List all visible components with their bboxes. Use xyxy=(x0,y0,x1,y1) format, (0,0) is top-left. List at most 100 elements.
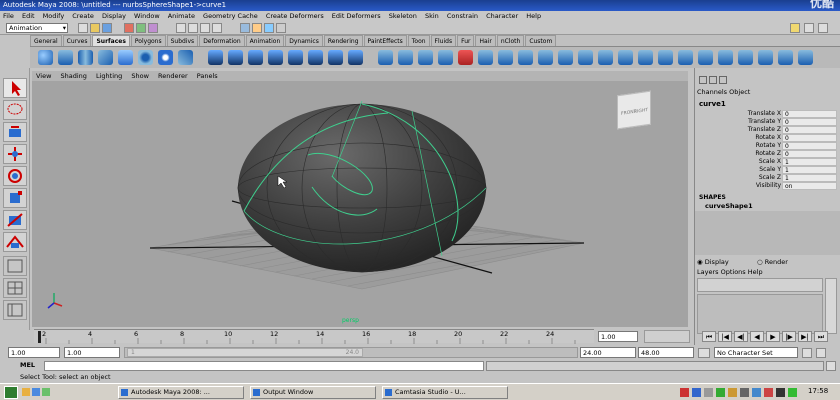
render-settings-icon[interactable] xyxy=(276,23,286,33)
delete-history-icon[interactable] xyxy=(458,50,473,65)
panel-menu-view[interactable]: View xyxy=(36,72,51,80)
manipulator-tool-icon[interactable] xyxy=(3,210,27,230)
panel-menu-panels[interactable]: Panels xyxy=(197,72,218,80)
channel-value[interactable]: 0 xyxy=(782,126,837,134)
offset-surfaces-icon[interactable] xyxy=(598,50,613,65)
channel-row[interactable]: Scale X1 xyxy=(695,158,840,166)
view-cube[interactable]: FRONT RIGHT xyxy=(617,90,651,130)
menu-skin[interactable]: Skin xyxy=(425,12,439,20)
snap-curve-icon[interactable] xyxy=(188,23,198,33)
tray-icon[interactable] xyxy=(728,388,737,397)
channel-box-menu-channels[interactable]: Channels xyxy=(697,88,727,96)
tray-icon[interactable] xyxy=(704,388,713,397)
channel-row[interactable]: Rotate Z0 xyxy=(695,150,840,158)
channel-value[interactable]: on xyxy=(782,182,837,190)
channel-box-toggle-icon[interactable] xyxy=(818,23,828,33)
network-icon[interactable] xyxy=(788,388,797,397)
taskbar-item-maya[interactable]: Autodesk Maya 2008: ... xyxy=(118,386,244,399)
auto-key-icon[interactable] xyxy=(802,348,812,358)
shelf-tab-fur[interactable]: Fur xyxy=(457,35,475,46)
project-curve-icon[interactable] xyxy=(398,50,413,65)
shelf-tab-dynamics[interactable]: Dynamics xyxy=(285,35,323,46)
menu-modify[interactable]: Modify xyxy=(43,12,65,20)
layer-scrollbar[interactable] xyxy=(825,278,837,334)
rebuild-surfaces-icon[interactable] xyxy=(618,50,633,65)
menu-help[interactable]: Help xyxy=(526,12,541,20)
select-object-icon[interactable] xyxy=(136,23,146,33)
tray-icon[interactable] xyxy=(764,388,773,397)
menu-window[interactable]: Window xyxy=(134,12,160,20)
start-button-icon[interactable] xyxy=(4,386,18,399)
perspective-viewport[interactable]: FRONT RIGHT persp xyxy=(32,81,688,327)
play-backwards-icon[interactable]: ◀ xyxy=(750,331,764,342)
tray-icon[interactable] xyxy=(752,388,761,397)
shelf-tab-animation[interactable]: Animation xyxy=(245,35,285,46)
step-forward-key-icon[interactable]: ▶| xyxy=(798,331,812,342)
attach-surfaces-icon[interactable] xyxy=(478,50,493,65)
snap-plane-icon[interactable] xyxy=(212,23,222,33)
new-scene-icon[interactable] xyxy=(78,23,88,33)
channel-value[interactable]: 1 xyxy=(782,166,837,174)
nurbs-circle-icon[interactable] xyxy=(158,50,173,65)
step-back-key-icon[interactable]: |◀ xyxy=(718,331,732,342)
shelf-tab-polygons[interactable]: Polygons xyxy=(130,35,166,46)
menu-file[interactable]: File xyxy=(3,12,14,20)
volume-icon[interactable] xyxy=(776,388,785,397)
ipr-render-icon[interactable] xyxy=(264,23,274,33)
menu-skeleton[interactable]: Skeleton xyxy=(389,12,417,20)
channel-row[interactable]: Scale Z1 xyxy=(695,174,840,182)
range-slider-track[interactable]: 1 24.0 xyxy=(124,347,578,358)
shelf-tab-rendering[interactable]: Rendering xyxy=(323,35,363,46)
round-tool-icon[interactable] xyxy=(638,50,653,65)
start-time-field[interactable]: 1.00 xyxy=(8,347,60,358)
convert-nurbs-icon[interactable] xyxy=(758,50,773,65)
move-tool-icon[interactable] xyxy=(3,144,27,164)
intersect-icon[interactable] xyxy=(378,50,393,65)
soft-mod-tool-icon[interactable] xyxy=(3,232,27,252)
menu-create[interactable]: Create xyxy=(72,12,94,20)
shelf-tab-ncloth[interactable]: nCloth xyxy=(496,35,525,46)
panel-menu-lighting[interactable]: Lighting xyxy=(96,72,122,80)
stitch-icon[interactable] xyxy=(678,50,693,65)
open-scene-icon[interactable] xyxy=(90,23,100,33)
channel-value[interactable]: 0 xyxy=(782,142,837,150)
shelf-tab-custom[interactable]: Custom xyxy=(525,35,557,46)
mel-input[interactable] xyxy=(44,361,484,371)
panel-menu-show[interactable]: Show xyxy=(131,72,149,80)
channel-row[interactable]: Scale Y1 xyxy=(695,166,840,174)
menu-geometry-cache[interactable]: Geometry Cache xyxy=(203,12,258,20)
play-forwards-icon[interactable]: ▶ xyxy=(766,331,780,342)
nurbs-square-icon[interactable] xyxy=(178,50,193,65)
channel-value[interactable]: 0 xyxy=(782,118,837,126)
script-editor-icon[interactable] xyxy=(826,361,836,371)
layer-display-radio[interactable]: ◉ Display xyxy=(697,258,729,266)
nurbs-torus-icon[interactable] xyxy=(138,50,153,65)
nurbs-cone-icon[interactable] xyxy=(98,50,113,65)
channel-row[interactable]: Visibility on xyxy=(695,182,840,190)
planar-icon[interactable] xyxy=(248,50,263,65)
shelf-tab-general[interactable]: General xyxy=(30,35,62,46)
range-slider-handle[interactable]: 1 24.0 xyxy=(127,348,363,357)
channel-row[interactable]: Translate Z0 xyxy=(695,126,840,134)
panel-menu-renderer[interactable]: Renderer xyxy=(158,72,188,80)
quick-launch-icon[interactable] xyxy=(42,388,50,396)
select-tool-icon[interactable] xyxy=(3,78,27,98)
menu-set-dropdown[interactable]: Animation xyxy=(6,23,68,33)
snap-point-icon[interactable] xyxy=(200,23,210,33)
channel-row[interactable]: Translate X0 xyxy=(695,110,840,118)
go-to-start-icon[interactable]: ⏮ xyxy=(702,331,716,342)
channel-value[interactable]: 1 xyxy=(782,174,837,182)
layout-single-icon[interactable] xyxy=(3,256,27,276)
layer-menu-options[interactable]: Options xyxy=(721,268,746,276)
select-component-icon[interactable] xyxy=(148,23,158,33)
attribute-editor-icon[interactable] xyxy=(790,23,800,33)
channel-box-icon[interactable] xyxy=(699,76,707,84)
layer-menu-help[interactable]: Help xyxy=(748,268,763,276)
layout-four-icon[interactable] xyxy=(3,278,27,298)
character-set-dropdown[interactable]: No Character Set xyxy=(714,347,798,358)
channel-row[interactable]: Rotate X0 xyxy=(695,134,840,142)
current-frame-field[interactable]: 1.00 xyxy=(598,331,638,342)
channel-box-menu-object[interactable]: Object xyxy=(729,88,750,96)
sculpt-geometry-icon[interactable] xyxy=(698,50,713,65)
paint-select-tool-icon[interactable] xyxy=(3,122,27,142)
